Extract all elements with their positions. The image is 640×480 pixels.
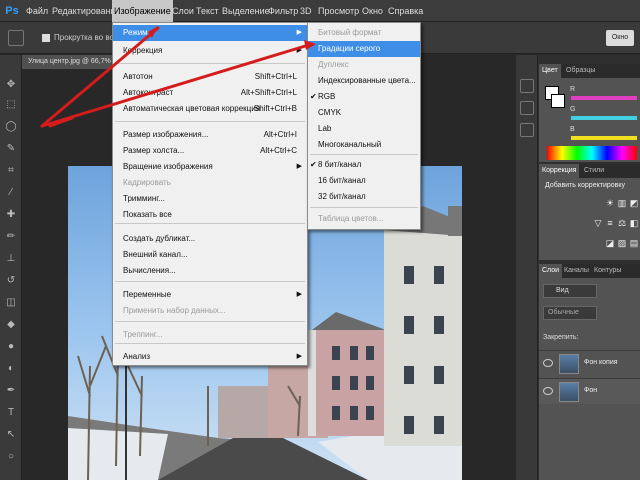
red-arrow-annotations <box>40 26 316 128</box>
